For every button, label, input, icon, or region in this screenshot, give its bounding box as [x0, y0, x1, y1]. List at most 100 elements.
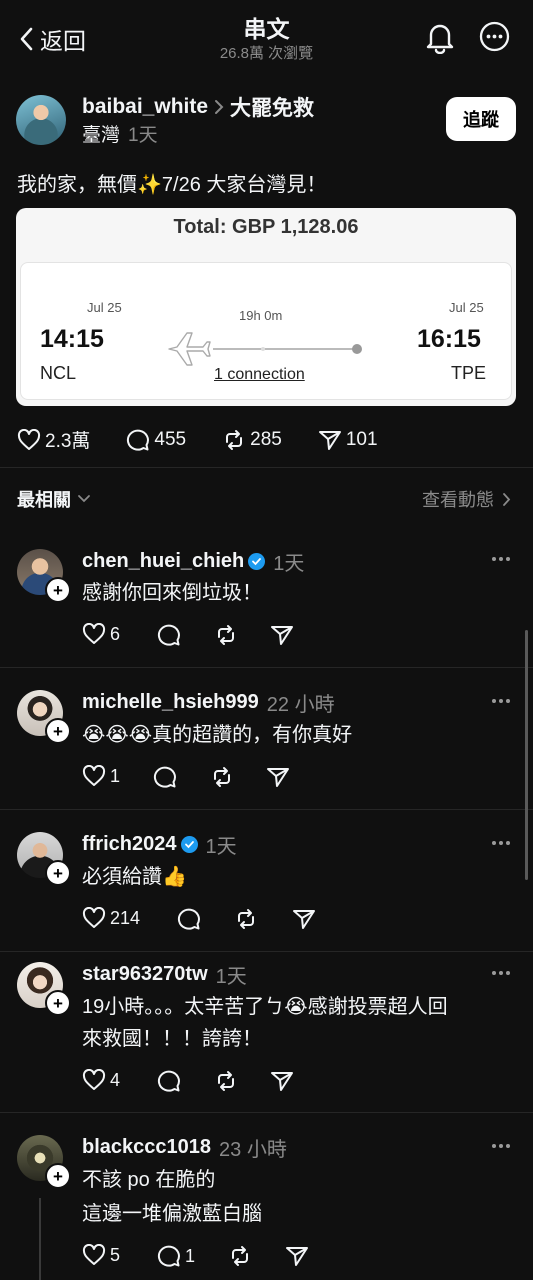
ellipsis-icon: [492, 1144, 510, 1148]
comment-share-button[interactable]: [270, 1070, 294, 1092]
post-stats: 2.3萬 455 285 101: [17, 426, 414, 453]
comment-reply-button[interactable]: [157, 1069, 181, 1093]
reply-button[interactable]: 455: [126, 428, 186, 452]
thread-line: [39, 1198, 41, 1280]
comment-like-button[interactable]: 214: [82, 907, 140, 929]
comment-more-button[interactable]: [491, 1143, 511, 1149]
repost-icon: [214, 767, 230, 787]
follow-plus-icon[interactable]: +: [45, 718, 71, 744]
heart-icon: [82, 623, 106, 644]
comment-reply-button[interactable]: [177, 907, 201, 931]
send-icon: [318, 430, 341, 450]
comment-share-button[interactable]: [285, 1245, 309, 1267]
comment-more-button[interactable]: [491, 840, 511, 846]
comment-actions: 1: [82, 765, 120, 787]
comment-username[interactable]: blackccc1018 23 小時: [82, 1133, 287, 1162]
author-avatar[interactable]: [16, 95, 66, 145]
more-options-button[interactable]: [479, 21, 510, 52]
divider: [0, 1112, 533, 1113]
route-graphic: [167, 329, 367, 369]
follow-plus-icon[interactable]: +: [45, 860, 71, 886]
comment-more-button[interactable]: [491, 970, 511, 976]
follow-plus-icon[interactable]: +: [45, 577, 71, 603]
comment-reply-button[interactable]: 1: [157, 1244, 195, 1268]
comment-reply-count: 1: [185, 1245, 196, 1266]
comment-repost-button[interactable]: [210, 765, 234, 789]
ellipsis-circle-icon: [479, 21, 510, 52]
scrollbar[interactable]: [525, 630, 528, 880]
notifications-button[interactable]: [424, 20, 456, 54]
comment-repost-button[interactable]: [228, 1244, 252, 1268]
comment-icon: [154, 766, 176, 788]
flight-duration: 19h 0m: [239, 308, 283, 323]
departure-date: Jul 25: [87, 300, 122, 315]
chevron-down-icon: [78, 495, 90, 503]
repost-count: 285: [250, 428, 282, 450]
comment-share-button[interactable]: [270, 624, 294, 646]
username-text: chen_huei_chieh: [82, 550, 245, 572]
follow-plus-icon[interactable]: +: [45, 990, 71, 1016]
post-author[interactable]: baibai_white 大罷免救: [82, 92, 314, 122]
comment-like-count: 6: [110, 623, 121, 644]
arrival-time: 16:15: [417, 325, 481, 353]
commenter-avatar[interactable]: +: [17, 549, 71, 603]
commenter-avatar[interactable]: +: [17, 832, 71, 886]
repost-icon: [218, 625, 234, 645]
comment-time: 22 小時: [266, 694, 335, 716]
comment-username[interactable]: star963270tw 1天: [82, 960, 247, 989]
flight-card-image[interactable]: Total: GBP 1,128.06 Jul 25 14:15 NCL 19h…: [16, 208, 516, 406]
commenter-avatar[interactable]: +: [17, 1135, 71, 1189]
comment-reply-button[interactable]: [157, 623, 181, 647]
divider: [0, 467, 533, 468]
comment-like-button[interactable]: 6: [82, 623, 120, 645]
comment-more-button[interactable]: [491, 698, 511, 704]
ellipsis-icon: [492, 557, 510, 561]
airplane-icon: [168, 332, 362, 366]
view-activity-link[interactable]: 查看動態: [422, 486, 511, 512]
username-text: ffrich2024: [82, 833, 177, 855]
follow-plus-icon[interactable]: +: [45, 1163, 71, 1189]
reply-count: 455: [154, 428, 187, 450]
chevron-right-icon: [503, 492, 511, 506]
send-icon: [293, 910, 315, 929]
comment-text: 感謝你回來倒垃圾！: [82, 582, 262, 604]
repost-button[interactable]: 285: [222, 428, 282, 452]
share-button[interactable]: 101: [318, 429, 378, 451]
comment-repost-button[interactable]: [234, 907, 258, 931]
comment-like-button[interactable]: 1: [82, 765, 120, 787]
departure-airport: NCL: [40, 363, 77, 383]
divider: [0, 667, 533, 668]
comment-text: 不該 po 在脆的: [82, 1169, 216, 1191]
divider: [0, 809, 533, 810]
comment-text: 必須給讚👍: [82, 866, 187, 888]
comment-repost-button[interactable]: [214, 1069, 238, 1093]
bell-icon: [426, 24, 454, 54]
comment-icon: [178, 908, 200, 930]
comment-icon: [158, 1245, 180, 1267]
comment-share-button[interactable]: [292, 908, 316, 930]
flight-total: Total: GBP 1,128.06: [173, 216, 359, 238]
comment-reply-button[interactable]: [153, 765, 177, 789]
comment-username[interactable]: michelle_hsieh999 22 小時: [82, 688, 335, 717]
send-icon: [271, 1072, 293, 1091]
verified-badge-icon: [248, 553, 266, 570]
connection-link[interactable]: 1 connection: [214, 366, 305, 384]
sort-dropdown[interactable]: 最相關: [17, 486, 91, 512]
ellipsis-icon: [492, 841, 510, 845]
comment-share-button[interactable]: [266, 766, 290, 788]
comment-time: 1天: [205, 836, 237, 858]
like-button[interactable]: 2.3萬: [17, 426, 90, 453]
flight-details: Jul 25 14:15 NCL 19h 0m 1 connection Jul…: [20, 262, 512, 400]
username-text: star963270tw: [82, 963, 208, 985]
commenter-avatar[interactable]: +: [17, 962, 71, 1016]
comment-like-button[interactable]: 4: [82, 1069, 120, 1091]
comment-more-button[interactable]: [491, 556, 511, 562]
follow-button[interactable]: 追蹤: [446, 97, 516, 141]
commenter-avatar[interactable]: +: [17, 690, 71, 744]
comment-repost-button[interactable]: [214, 623, 238, 647]
comment-actions: 6: [82, 623, 120, 645]
send-icon: [267, 768, 289, 787]
comment-like-button[interactable]: 5: [82, 1244, 120, 1266]
comment-username[interactable]: chen_huei_chieh 1天: [82, 547, 304, 576]
comment-username[interactable]: ffrich2024 1天: [82, 830, 237, 859]
